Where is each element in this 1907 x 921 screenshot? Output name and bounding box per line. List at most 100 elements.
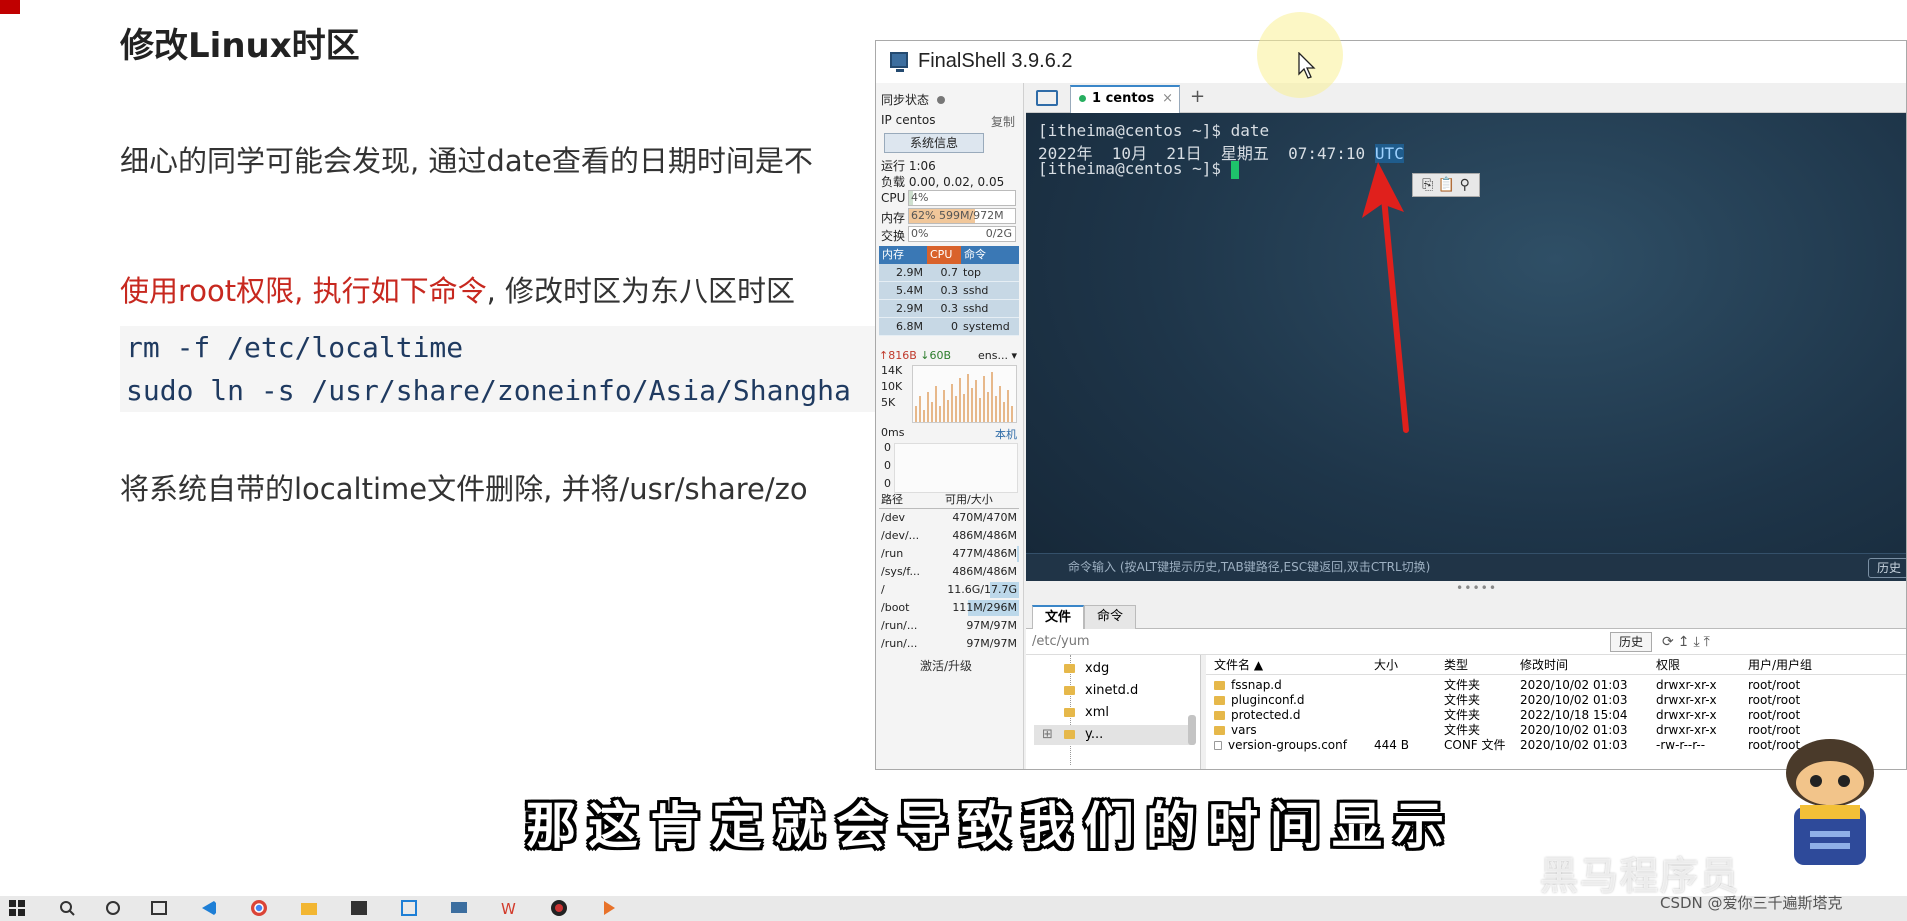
search-icon[interactable]: [58, 899, 78, 919]
tree-item-xinetd[interactable]: xinetd.d: [1064, 681, 1138, 701]
chrome-icon[interactable]: [250, 899, 270, 919]
disk-rows: /dev 470M/470M/dev/... 486M/486M/run 477M/4…: [879, 509, 1019, 653]
up-directory-icon[interactable]: ↥: [1678, 634, 1694, 650]
tree-item-xdg[interactable]: xdg: [1064, 659, 1109, 679]
tree-item-yum[interactable]: ⊞ y...: [1034, 725, 1194, 745]
process-row[interactable]: 6.8M 0 systemd: [879, 318, 1019, 336]
title-bar[interactable]: FinalShell 3.9.6.2: [876, 41, 1906, 83]
process-row[interactable]: 5.4M 0.3 sshd: [879, 282, 1019, 300]
tab-commands[interactable]: 命令: [1084, 605, 1137, 629]
column-owner[interactable]: 用户/用户组: [1744, 655, 1854, 675]
net-interface-select[interactable]: ens... ▾: [978, 349, 1017, 362]
paste-icon[interactable]: 📋: [1438, 177, 1455, 193]
column-mtime[interactable]: 修改时间: [1516, 655, 1652, 675]
file-permissions-text: drwxr-xr-x: [1656, 723, 1717, 737]
disk-row[interactable]: /run 477M/486M: [879, 545, 1019, 563]
tree-item-label: xml: [1085, 705, 1109, 720]
process-cpu: 0.3: [940, 302, 959, 315]
bottom-panel-tabs: 文件 命令: [1026, 603, 1906, 629]
process-mem: 2.9M: [896, 302, 923, 315]
process-header-cpu[interactable]: CPU: [927, 246, 961, 264]
file-owner-text: root/root: [1748, 678, 1801, 692]
copy-icon[interactable]: ⎘: [1422, 177, 1433, 193]
disk-path: /sys/f...: [881, 565, 920, 578]
finalshell-icon[interactable]: [450, 899, 470, 919]
obs-icon[interactable]: [550, 899, 570, 919]
command-input-bar[interactable]: 命令输入 (按ALT键提示历史,TAB键路径,ESC键返回,双击CTRL切换) …: [1026, 553, 1906, 581]
disk-row[interactable]: /dev/... 486M/486M: [879, 527, 1019, 545]
file-permissions-text: drwxr-xr-x: [1656, 678, 1717, 692]
process-table: 内存 CPU 命令 2.9M 0.7 top 5.4M 0.3 sshd 2.9M 0.3…: [879, 246, 1019, 336]
network-graph: [912, 365, 1017, 423]
process-row[interactable]: 2.9M 0.3 sshd: [879, 300, 1019, 318]
disk-row[interactable]: /dev 470M/470M: [879, 509, 1019, 527]
disk-row[interactable]: / 11.6G/17.7G: [879, 581, 1019, 599]
process-table-header: 内存 CPU 命令: [879, 246, 1019, 264]
sync-status: 同步状态: [881, 91, 946, 108]
panel-splitter[interactable]: •••••: [1026, 581, 1906, 601]
terminal-icon[interactable]: [350, 899, 370, 919]
column-type[interactable]: 类型: [1440, 655, 1516, 675]
open-folder-icon[interactable]: [1036, 90, 1058, 106]
column-permissions[interactable]: 权限: [1652, 655, 1744, 675]
ip-label: IP centos: [881, 113, 936, 127]
upload-icon[interactable]: ⤒: [1704, 634, 1714, 650]
command-history-button[interactable]: 历史: [1868, 558, 1906, 578]
disk-row[interactable]: /sys/f... 486M/486M: [879, 563, 1019, 581]
tab-close-icon[interactable]: ×: [1162, 87, 1173, 111]
process-mem: 5.4M: [896, 284, 923, 297]
net-scale-14k: 14K: [881, 364, 903, 377]
column-size[interactable]: 大小: [1370, 655, 1440, 675]
process-header-mem[interactable]: 内存: [879, 246, 927, 264]
tab-files[interactable]: 文件: [1032, 605, 1085, 629]
file-permissions-text: -rw-r--r--: [1656, 738, 1706, 752]
search-icon[interactable]: ⚲: [1460, 177, 1470, 193]
vscode-icon[interactable]: [200, 899, 220, 919]
file-type-text: 文件夹: [1444, 723, 1481, 737]
disk-size: 486M/486M: [937, 563, 1019, 581]
folder-icon: [1214, 726, 1225, 735]
disk-header-path: 路径: [881, 493, 903, 506]
process-row[interactable]: 2.9M 0.7 top: [879, 264, 1019, 282]
ping-target[interactable]: 本机: [995, 426, 1017, 442]
player-icon[interactable]: [600, 899, 620, 919]
copy-ip-link[interactable]: 复制: [991, 113, 1015, 130]
system-info-button[interactable]: 系统信息: [884, 133, 984, 153]
terminal-line-1: [itheima@centos ~]$ date: [1038, 121, 1270, 140]
file-owner-text: root/root: [1748, 693, 1801, 707]
terminal-line-3: [itheima@centos ~]$: [1038, 159, 1239, 179]
tree-scrollbar[interactable]: [1188, 715, 1196, 745]
file-icon: [1214, 741, 1222, 750]
windows-icon[interactable]: [8, 899, 28, 919]
net-scale-10k: 10K: [881, 380, 903, 393]
expand-icon[interactable]: ⊞: [1042, 725, 1053, 745]
disk-row[interactable]: /run/... 97M/97M: [879, 617, 1019, 635]
add-tab-button[interactable]: +: [1190, 86, 1205, 107]
slide-paragraph-1: 细心的同学可能会发现, 通过date查看的日期时间是不: [120, 144, 813, 178]
splitter-grip-icon: •••••: [1456, 581, 1498, 595]
tab-centos[interactable]: 1 centos ×: [1070, 85, 1180, 113]
files-icon[interactable]: [300, 899, 320, 919]
disk-header-size: 可用/大小: [945, 493, 993, 506]
refresh-icon[interactable]: ⟳: [1662, 634, 1678, 650]
status-sidebar: 同步状态 IP centos 复制 系统信息 运行 1:06 负载 0.00, …: [876, 83, 1024, 769]
wps-icon[interactable]: W: [500, 899, 520, 919]
tree-item-xml[interactable]: xml: [1064, 703, 1109, 723]
task-view-icon[interactable]: [104, 899, 124, 919]
disk-row[interactable]: /boot 111M/296M: [879, 599, 1019, 617]
disk-size-text: 11.6G/17.7G: [947, 583, 1017, 596]
activate-upgrade-link[interactable]: 激活/升级: [920, 657, 972, 674]
column-name[interactable]: 文件名 ▲: [1210, 655, 1370, 675]
widgets-icon[interactable]: [150, 899, 170, 919]
path-history-button[interactable]: 历史: [1610, 632, 1652, 652]
disk-path: /: [881, 583, 885, 596]
explorer-icon[interactable]: [400, 899, 420, 919]
download-icon[interactable]: ⤓: [1693, 634, 1703, 650]
path-bar[interactable]: /etc/yum 历史 ⟳↥⤓⤒: [1026, 629, 1906, 655]
terminal[interactable]: [itheima@centos ~]$ date 2022年 10月 21日 星…: [1026, 113, 1906, 601]
csdn-credit: CSDN @爱你三千遍斯塔克: [1660, 894, 1843, 912]
process-header-cmd[interactable]: 命令: [961, 246, 1019, 264]
cpu-value: 4%: [911, 191, 929, 204]
disk-row[interactable]: /run/... 97M/97M: [879, 635, 1019, 653]
cpu-meter: 4%: [908, 190, 1016, 206]
